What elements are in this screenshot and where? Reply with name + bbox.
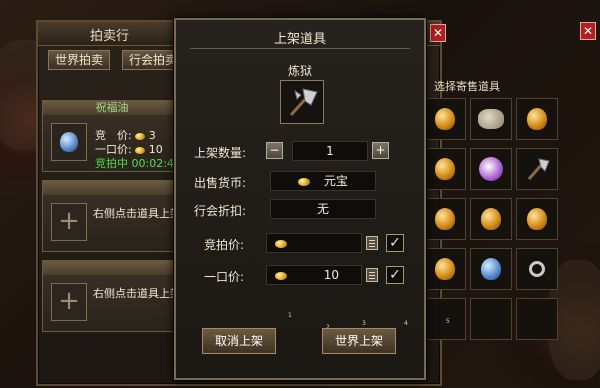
grid-cell[interactable] bbox=[516, 248, 558, 290]
selected-item-box bbox=[280, 80, 324, 124]
buyout-price-value: 10 bbox=[323, 268, 339, 282]
grid-cell[interactable] bbox=[516, 298, 558, 340]
quantity-label: 上架数量: bbox=[194, 146, 247, 160]
auction-slot-1[interactable]: 祝福油 竞 价: 3 一口价: 10 竞拍中 00:02:4 bbox=[42, 100, 182, 172]
grid-cell[interactable] bbox=[470, 298, 512, 340]
orb-icon bbox=[479, 157, 503, 181]
coin-icon bbox=[275, 271, 287, 280]
right-panel-title: 选择寄售道具 bbox=[434, 80, 500, 93]
cancel-listing-button[interactable]: 取消上架 bbox=[202, 328, 276, 354]
plus-icon[interactable]: + bbox=[51, 283, 87, 321]
potion-icon bbox=[435, 108, 455, 130]
ring-icon bbox=[529, 261, 545, 277]
modal-title: 上架道具 bbox=[273, 32, 326, 47]
grid-cell[interactable] bbox=[424, 98, 466, 140]
scroll-icon bbox=[478, 109, 504, 129]
divider bbox=[190, 48, 410, 49]
grid-cell[interactable] bbox=[516, 148, 558, 190]
slot-header bbox=[43, 181, 181, 195]
axe-icon bbox=[289, 88, 318, 117]
document-icon[interactable] bbox=[366, 268, 378, 282]
close-icon[interactable]: ✕ bbox=[580, 22, 596, 40]
slot-hint: 右侧点击道具上架 bbox=[93, 207, 181, 220]
marker-3: 3 bbox=[362, 320, 366, 327]
slot-item-name: 祝福油 bbox=[43, 101, 181, 115]
buyout-price-label: 一口价: bbox=[204, 270, 245, 284]
potion-icon bbox=[527, 108, 547, 130]
slot-item-box bbox=[51, 123, 87, 161]
world-listing-button[interactable]: 世界上架 bbox=[322, 328, 396, 354]
quantity-input[interactable]: 1 bbox=[292, 141, 368, 161]
bid-price-checkbox[interactable]: ✓ bbox=[386, 234, 404, 252]
currency-select[interactable]: 元宝 bbox=[270, 171, 376, 191]
currency-value: 元宝 bbox=[323, 174, 348, 188]
marker-4: 4 bbox=[404, 320, 408, 327]
coin-icon bbox=[135, 132, 146, 140]
potion-icon bbox=[481, 258, 501, 280]
document-icon[interactable] bbox=[366, 236, 378, 250]
grid-cell[interactable] bbox=[424, 148, 466, 190]
coin-icon bbox=[275, 239, 287, 248]
coin-icon bbox=[135, 146, 146, 154]
bid-price-input[interactable] bbox=[266, 233, 362, 253]
grid-cell[interactable] bbox=[470, 148, 512, 190]
grid-cell[interactable] bbox=[424, 198, 466, 240]
bid-price-label: 竞拍价: bbox=[204, 238, 245, 252]
grid-cell[interactable] bbox=[516, 98, 558, 140]
auction-title: 拍卖行 bbox=[90, 29, 130, 44]
grid-cell[interactable] bbox=[516, 198, 558, 240]
grid-cell[interactable] bbox=[470, 248, 512, 290]
marker-1: 1 bbox=[288, 312, 292, 319]
potion-icon bbox=[60, 132, 78, 152]
tab-world-auction[interactable]: 世界拍卖 bbox=[48, 50, 111, 70]
potion-icon bbox=[435, 158, 455, 180]
grid-cell[interactable] bbox=[424, 298, 466, 340]
potion-icon bbox=[481, 208, 501, 230]
buyout-price-checkbox[interactable]: ✓ bbox=[386, 266, 404, 284]
grid-cell[interactable] bbox=[470, 198, 512, 240]
plus-icon[interactable]: + bbox=[51, 203, 87, 241]
auction-slot-3[interactable]: + 右侧点击道具上架 bbox=[42, 260, 182, 332]
close-icon[interactable]: ✕ bbox=[430, 24, 446, 42]
list-item-modal: 上架道具 炼狱 上架数量: − 1 + 出售货币: 元宝 行会折扣: 无 竞拍价… bbox=[174, 18, 426, 380]
axe-icon bbox=[527, 158, 550, 180]
coin-icon bbox=[298, 177, 311, 186]
quantity-minus-button[interactable]: − bbox=[266, 142, 283, 159]
status-text: 竞拍中 00:02:4 bbox=[95, 157, 174, 170]
marker-5: 5 bbox=[446, 318, 450, 325]
potion-icon bbox=[527, 208, 547, 230]
guild-discount-label: 行会折扣: bbox=[194, 204, 247, 218]
slot-header bbox=[43, 261, 181, 275]
potion-icon bbox=[435, 208, 455, 230]
selected-item-name: 炼狱 bbox=[287, 64, 312, 78]
slot-hint: 右侧点击道具上架 bbox=[93, 287, 181, 300]
grid-cell[interactable] bbox=[424, 248, 466, 290]
grid-cell[interactable] bbox=[470, 98, 512, 140]
quantity-plus-button[interactable]: + bbox=[372, 142, 389, 159]
buyout-price-input[interactable]: 10 bbox=[266, 265, 362, 285]
currency-label: 出售货币: bbox=[194, 176, 247, 190]
auction-slot-2[interactable]: + 右侧点击道具上架 bbox=[42, 180, 182, 252]
potion-icon bbox=[435, 258, 455, 280]
guild-discount-value: 无 bbox=[270, 199, 376, 219]
